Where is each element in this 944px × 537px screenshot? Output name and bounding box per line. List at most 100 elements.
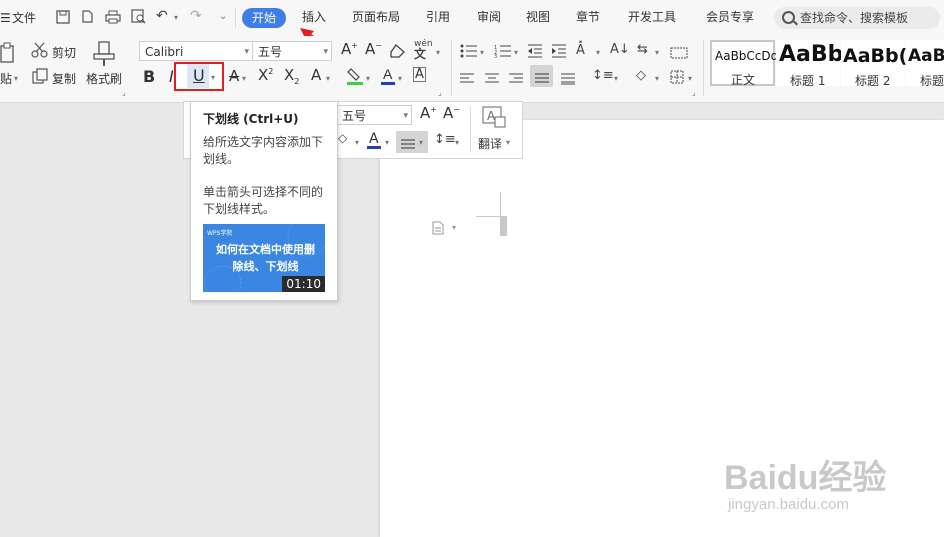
undo-icon[interactable]: ↶ bbox=[156, 8, 168, 24]
highlight-dropdown-icon[interactable]: ▾ bbox=[366, 74, 370, 83]
tab-member[interactable]: 会员专享 bbox=[706, 8, 754, 26]
floating-highlight-dropdown-icon[interactable]: ▾ bbox=[355, 138, 359, 147]
scissors-icon[interactable] bbox=[31, 42, 49, 62]
paragraph-icon[interactable] bbox=[432, 220, 444, 239]
save-icon[interactable] bbox=[56, 10, 70, 28]
format-painter-button[interactable]: 格式刷 bbox=[86, 70, 122, 87]
style-heading[interactable]: AaB 标题 bbox=[906, 40, 944, 86]
italic-icon[interactable]: I bbox=[169, 67, 174, 86]
tutorial-video-thumbnail[interactable]: WPS学院 如何在文档中使用删除线、下划线 01:10 bbox=[203, 224, 325, 292]
video-title: 如何在文档中使用删除线、下划线 bbox=[216, 243, 315, 273]
export-pdf-icon[interactable] bbox=[80, 9, 94, 28]
underline-icon[interactable]: U bbox=[193, 66, 205, 85]
font-name-combo[interactable]: Calibri bbox=[139, 41, 253, 62]
style-heading1[interactable]: AaBb 标题 1 bbox=[776, 40, 843, 88]
font-size-combo[interactable]: 五号 bbox=[252, 41, 332, 62]
copy-button[interactable]: 复制 bbox=[52, 70, 76, 87]
char-border-icon[interactable]: A bbox=[413, 67, 426, 82]
borders-dropdown-icon[interactable]: ▾ bbox=[688, 74, 692, 83]
shading-icon[interactable]: ◇ bbox=[636, 68, 646, 83]
show-marks-icon[interactable]: ⇆ bbox=[637, 42, 648, 57]
tab-page-layout[interactable]: 页面布局 bbox=[352, 8, 400, 26]
align-center-icon[interactable] bbox=[485, 70, 499, 89]
translate-dropdown-icon[interactable]: ▾ bbox=[506, 138, 510, 147]
font-color-dropdown-icon[interactable]: ▾ bbox=[398, 74, 402, 83]
tab-home[interactable]: 开始 bbox=[242, 8, 286, 28]
shading-dropdown-icon[interactable]: ▾ bbox=[655, 74, 659, 83]
chinese-layout-icon[interactable]: A̽ bbox=[576, 43, 585, 58]
borders-icon[interactable] bbox=[670, 69, 684, 88]
strikethrough-dropdown-icon[interactable]: ▾ bbox=[242, 74, 246, 83]
tab-sections[interactable]: 章节 bbox=[576, 8, 600, 26]
tab-insert[interactable]: 插入 bbox=[302, 8, 326, 26]
table-tools-icon[interactable] bbox=[670, 44, 688, 63]
quick-access-dropdown-icon[interactable]: ⌄ bbox=[219, 11, 227, 22]
paste-dropdown-icon[interactable]: ▾ bbox=[14, 74, 18, 83]
text-effect-icon[interactable]: A bbox=[311, 66, 321, 84]
text-effect-dropdown-icon[interactable]: ▾ bbox=[326, 74, 330, 83]
clipboard-group-expand-icon[interactable]: ⌟ bbox=[122, 88, 126, 97]
tab-developer[interactable]: 开发工具 bbox=[628, 8, 676, 26]
floating-highlight-icon[interactable]: ◇ bbox=[338, 131, 347, 145]
floating-grow-font-icon[interactable]: A+ bbox=[420, 104, 437, 122]
grow-font-icon[interactable]: A+ bbox=[341, 40, 358, 58]
phonetic-guide-icon[interactable]: wén 文 bbox=[414, 39, 433, 61]
tab-review[interactable]: 审阅 bbox=[477, 8, 501, 26]
numbered-list-dropdown-icon[interactable]: ▾ bbox=[514, 48, 518, 57]
align-left-icon[interactable] bbox=[460, 70, 474, 89]
print-icon[interactable] bbox=[105, 10, 121, 28]
hamburger-menu-icon[interactable]: ☰ bbox=[0, 10, 11, 26]
redo-icon[interactable]: ↷ bbox=[190, 8, 202, 24]
chinese-layout-dropdown-icon[interactable]: ▾ bbox=[596, 48, 600, 57]
bullet-list-icon[interactable] bbox=[460, 43, 478, 62]
clear-format-icon[interactable] bbox=[390, 43, 406, 62]
translate-icon[interactable]: A bbox=[482, 106, 506, 132]
print-preview-icon[interactable] bbox=[131, 9, 147, 28]
paragraph-dropdown-icon[interactable]: ▾ bbox=[452, 223, 456, 232]
show-marks-dropdown-icon[interactable]: ▾ bbox=[655, 48, 659, 57]
increase-indent-icon[interactable] bbox=[551, 43, 567, 62]
floating-align-dropdown-icon[interactable]: ▾ bbox=[419, 138, 423, 147]
bold-icon[interactable]: B bbox=[143, 67, 155, 86]
svg-text:3: 3 bbox=[494, 54, 497, 58]
strikethrough-icon[interactable]: A bbox=[229, 67, 239, 85]
sort-icon[interactable]: A↓ bbox=[610, 42, 630, 57]
highlight-icon[interactable] bbox=[346, 66, 364, 90]
decrease-indent-icon[interactable] bbox=[527, 43, 543, 62]
distributed-align-icon[interactable] bbox=[561, 70, 575, 89]
style-normal[interactable]: AaBbCcDd 正文 bbox=[710, 40, 778, 87]
style-heading2[interactable]: AaBb( 标题 2 bbox=[841, 40, 907, 88]
floating-font-size-combo[interactable]: 五号 bbox=[336, 105, 412, 126]
line-spacing-dropdown-icon[interactable]: ▾ bbox=[614, 74, 618, 83]
floating-justify-icon[interactable] bbox=[401, 136, 415, 155]
search-box[interactable]: 查找命令、搜索模板 bbox=[774, 7, 940, 29]
translate-label[interactable]: 翻译 bbox=[478, 135, 502, 152]
justify-icon[interactable] bbox=[535, 70, 549, 89]
line-spacing-icon[interactable]: ↕≡ bbox=[592, 68, 614, 83]
paragraph-group-expand-icon[interactable]: ⌟ bbox=[692, 88, 696, 97]
floating-line-spacing-dropdown-icon[interactable]: ▾ bbox=[455, 138, 459, 147]
superscript-icon[interactable]: X2 bbox=[258, 66, 273, 84]
cut-button[interactable]: 剪切 bbox=[52, 44, 76, 61]
align-right-icon[interactable] bbox=[509, 70, 523, 89]
floating-font-color-dropdown-icon[interactable]: ▾ bbox=[385, 138, 389, 147]
subscript-icon[interactable]: X2 bbox=[284, 66, 299, 86]
underline-dropdown-icon[interactable]: ▾ bbox=[211, 73, 215, 82]
tab-view[interactable]: 视图 bbox=[526, 8, 550, 26]
tab-references[interactable]: 引用 bbox=[426, 8, 450, 26]
font-group-expand-icon[interactable]: ⌟ bbox=[438, 88, 442, 97]
shrink-font-icon[interactable]: A− bbox=[365, 40, 382, 58]
file-menu[interactable]: 文件 bbox=[12, 10, 36, 26]
copy-icon[interactable] bbox=[32, 68, 48, 88]
bullet-list-dropdown-icon[interactable]: ▾ bbox=[480, 48, 484, 57]
paste-icon[interactable] bbox=[0, 42, 16, 68]
numbered-list-icon[interactable]: 123 bbox=[494, 43, 512, 62]
floating-line-spacing-icon[interactable]: ↕≡ bbox=[434, 132, 456, 147]
floating-font-color-icon[interactable]: A bbox=[366, 130, 382, 154]
floating-shrink-font-icon[interactable]: A− bbox=[443, 104, 460, 122]
undo-dropdown-icon[interactable]: ▾ bbox=[174, 13, 178, 22]
phonetic-dropdown-icon[interactable]: ▾ bbox=[436, 48, 440, 57]
font-color-icon[interactable]: A bbox=[380, 66, 396, 90]
format-painter-icon[interactable] bbox=[93, 41, 115, 71]
paste-label[interactable]: 贴 bbox=[0, 70, 12, 87]
